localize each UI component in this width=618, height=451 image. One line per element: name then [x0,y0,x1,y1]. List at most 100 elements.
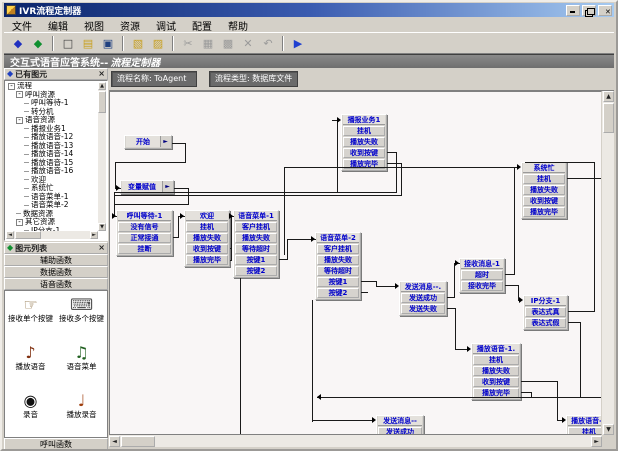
node-output-播放失败[interactable]: 播放失败 [235,233,277,243]
flow-node-system-busy[interactable]: 系统忙挂机播放失败收到按键播放完毕 [521,162,567,219]
tree-vertical-scrollbar[interactable]: ▲ ▼ [98,82,106,231]
node-output-表达式真[interactable]: 表达式真 [525,307,566,317]
receive-single-key-tool[interactable]: ☞接收单个按键 [5,295,56,343]
import-flow-button[interactable]: ▧ [128,34,148,52]
tree-collapse-icon[interactable]: - [16,91,23,98]
node-output-按键1[interactable]: 按键1 [317,277,359,287]
node-output-表达式假[interactable]: 表达式假 [525,318,566,328]
scroll-right-icon[interactable]: ► [90,231,98,239]
new-file-button[interactable]: □ [58,34,78,52]
tree-item-播放语音-16[interactable]: 播放语音-16 [6,167,98,176]
menu-item-5[interactable]: 配置 [184,17,220,34]
run-button[interactable]: ▶ [288,34,308,52]
node-output-播放失败[interactable]: 播放失败 [186,233,228,243]
menu-item-3[interactable]: 资源 [112,17,148,34]
node-output-发送成功[interactable]: 发送成功 [378,427,422,435]
scroll-down-icon[interactable]: ▼ [603,424,614,435]
node-output-挂断[interactable]: 挂断 [118,244,171,254]
node-output-挂机[interactable]: 挂机 [473,355,519,365]
node-output-收到按键[interactable]: 收到按键 [523,196,565,206]
flow-node-start[interactable]: 开始► [124,135,172,149]
scroll-up-icon[interactable]: ▲ [603,91,614,102]
node-output-挂机[interactable]: 挂机 [523,174,565,184]
node-output-接收完毕[interactable]: 接收完毕 [461,281,503,291]
tree-collapse-icon[interactable]: - [8,83,15,90]
scroll-down-icon[interactable]: ▼ [98,223,106,231]
flow-node-send-message-1[interactable]: 发送消息--.发送成功发送失败 [399,281,447,316]
category-0[interactable]: 辅助函数 [4,254,108,266]
node-output-按键2[interactable]: 按键2 [317,288,359,298]
voice-menu-tool[interactable]: ♫语音菜单 [56,343,107,391]
export-flow-button[interactable]: ▨ [148,34,168,52]
scroll-left-icon[interactable]: ◄ [109,436,120,447]
node-output-挂机[interactable]: 挂机 [343,126,385,136]
open-folder-button[interactable]: ▤ [78,34,98,52]
tree-horizontal-scrollbar[interactable]: ◄ ► [6,231,98,239]
delete-button[interactable]: ✕ [238,34,258,52]
node-output-发送失败[interactable]: 发送失败 [401,304,445,314]
canvas-vertical-scrollbar[interactable]: ▲ ▼ [602,91,614,435]
node-output-arrow-icon[interactable]: ► [160,136,170,147]
back-diamond-button[interactable]: ◆ [8,34,28,52]
node-output-超时[interactable]: 超时 [461,270,503,280]
category-2[interactable]: 语音函数 [4,278,108,290]
node-output-发送成功[interactable]: 发送成功 [401,293,445,303]
node-output-播放失败[interactable]: 播放失败 [473,366,519,376]
node-output-等待超时[interactable]: 等待超时 [317,266,359,276]
node-output-按键2[interactable]: 按键2 [235,266,277,276]
node-output-播放失败[interactable]: 播放失败 [343,137,385,147]
category-1[interactable]: 数据函数 [4,266,108,278]
flow-node-call-wait-1[interactable]: 呼叫等待-1没有信号正常接通挂断 [116,210,173,256]
node-output-播放完毕[interactable]: 播放完毕 [523,207,565,217]
canvas-horizontal-scrollbar[interactable]: ◄ ► [109,435,602,447]
node-output-播放失败[interactable]: 播放失败 [317,255,359,265]
node-output-播放失败[interactable]: 播放失败 [523,185,565,195]
flow-node-voice-menu-1[interactable]: 语音菜单-1客户挂机播放失败等待超时按键1按键2 [233,210,279,278]
menu-item-1[interactable]: 编辑 [40,17,76,34]
cut-button[interactable]: ✂ [178,34,198,52]
node-output-arrow-icon[interactable]: ► [162,181,172,192]
node-output-播放完毕[interactable]: 播放完毕 [186,255,228,265]
node-output-收到按键[interactable]: 收到按键 [473,377,519,387]
node-output-收到按键[interactable]: 收到按键 [186,244,228,254]
close-panel-icon[interactable]: × [98,244,105,252]
node-output-没有信号[interactable]: 没有信号 [118,222,171,232]
close-button[interactable] [598,5,612,16]
tree-scroll-thumb[interactable] [98,91,106,113]
paste-button[interactable]: ▩ [218,34,238,52]
menu-item-6[interactable]: 帮助 [220,17,256,34]
flow-node-play-voice-1[interactable]: 播放语音-1.挂机播放失败收到按键播放完毕 [471,343,521,400]
canvas-vscroll-thumb[interactable] [603,103,614,133]
node-output-挂机[interactable]: 挂机 [186,222,228,232]
flow-node-voice-menu-2[interactable]: 语音菜单-2客户挂机播放失败等待超时按键1按键2 [315,232,361,300]
play-recording-tool[interactable]: ♩播放录音 [56,391,107,438]
receive-multi-key-tool[interactable]: ⌨接收多个按键 [56,295,107,343]
category-call-functions[interactable]: 呼叫函数 [4,438,108,451]
canvas-hscroll-thumb[interactable] [121,436,155,447]
close-panel-icon[interactable]: × [98,70,105,78]
play-voice-tool[interactable]: ♪播放语音 [5,343,56,391]
node-output-客户挂机[interactable]: 客户挂机 [235,222,277,232]
copy-button[interactable]: ▦ [198,34,218,52]
restore-button[interactable] [582,5,596,16]
menu-item-0[interactable]: 文件 [4,17,40,34]
tree-collapse-icon[interactable]: - [16,219,23,226]
flow-node-play-voice-2[interactable]: 播放语音-1挂机播放失败 [566,415,602,435]
forward-diamond-button[interactable]: ◆ [28,34,48,52]
flow-node-welcome[interactable]: 欢迎挂机播放失败收到按键播放完毕 [184,210,230,267]
flow-node-if-branch-1[interactable]: IP分支-1表达式真表达式假 [523,295,568,330]
flow-node-broadcast-service-1[interactable]: 播报业务1挂机播放失败收到按键播放完毕 [341,114,387,171]
menu-item-4[interactable]: 调试 [148,17,184,34]
node-output-等待超时[interactable]: 等待超时 [235,244,277,254]
scroll-left-icon[interactable]: ◄ [6,231,14,239]
node-output-按键1[interactable]: 按键1 [235,255,277,265]
node-output-正常接通[interactable]: 正常接通 [118,233,171,243]
node-output-挂机[interactable]: 挂机 [568,427,602,435]
scroll-right-icon[interactable]: ► [591,436,602,447]
minimize-button[interactable] [566,5,580,16]
save-button[interactable]: ▣ [98,34,118,52]
tree-collapse-icon[interactable]: - [16,117,23,124]
node-output-收到按键[interactable]: 收到按键 [343,148,385,158]
undo-button[interactable]: ↶ [258,34,278,52]
flow-node-send-message-2[interactable]: 发送消息--发送成功发送失败 [376,415,424,435]
